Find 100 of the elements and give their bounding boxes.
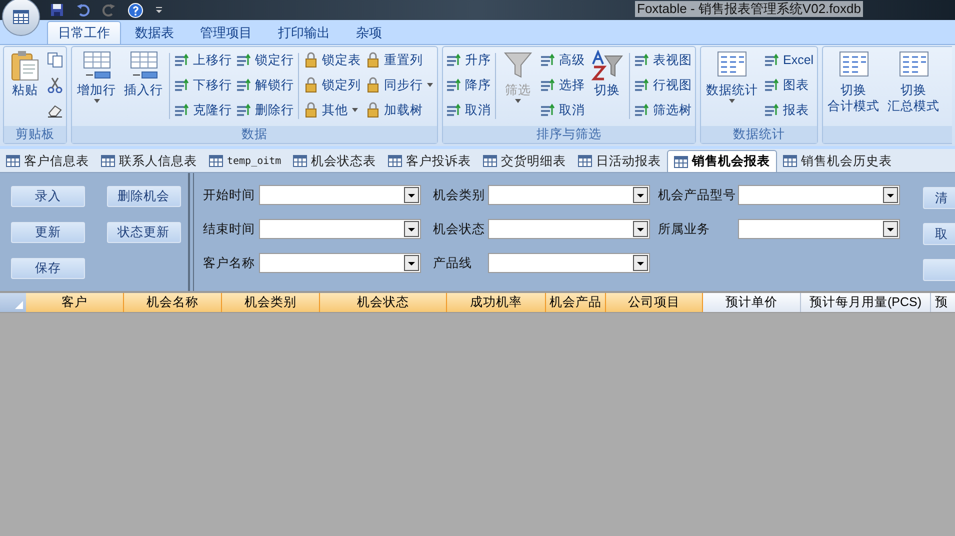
dropdown-field[interactable]: [259, 219, 421, 239]
ribbon-button[interactable]: 删除行: [236, 100, 294, 120]
column-header: 客户: [26, 293, 124, 312]
ribbon-button[interactable]: 行视图: [634, 75, 692, 95]
ribbon-button[interactable]: 切换 合计模式: [826, 50, 882, 114]
table-icon: [783, 155, 798, 167]
table-tab[interactable]: 销售机会报表: [667, 150, 778, 172]
ribbon-button[interactable]: [47, 75, 63, 95]
action-button[interactable]: 删除机会: [106, 186, 180, 207]
ribbon-button[interactable]: 选择: [540, 75, 585, 95]
ribbon-tab[interactable]: 管理项目: [188, 21, 264, 44]
ribbon-button[interactable]: 切换 汇总模式: [886, 50, 942, 114]
ribbon-tab[interactable]: 数据表: [123, 21, 186, 44]
table-icon: [209, 155, 223, 167]
table-icon: [101, 155, 115, 167]
ribbon-button[interactable]: 重置列: [365, 50, 434, 70]
action-button[interactable]: 保存: [11, 258, 85, 279]
action-button[interactable]: 更新: [11, 222, 85, 243]
table-tab[interactable]: 机会状态表: [287, 150, 382, 172]
ribbon-button[interactable]: 筛选树: [634, 100, 692, 120]
column-header: 预计单价: [703, 293, 801, 312]
ribbon-button[interactable]: 下移行: [174, 75, 232, 95]
ribbon-tab[interactable]: 打印输出: [266, 21, 342, 44]
undo-icon[interactable]: [76, 3, 90, 17]
ribbon-button[interactable]: 克隆行: [174, 100, 232, 120]
dropdown-field[interactable]: [259, 185, 421, 205]
table-icon: [674, 156, 688, 168]
ribbon-button[interactable]: 数据统计: [704, 50, 760, 104]
table-tab[interactable]: temp_oitm: [203, 150, 288, 172]
ribbon-button[interactable]: 同步行: [365, 75, 434, 95]
row-icon: [174, 102, 190, 118]
table-icon: [6, 155, 20, 167]
column-header: 预: [931, 293, 955, 312]
caret-icon: [728, 98, 736, 104]
ribbon-button[interactable]: 插入行: [122, 50, 165, 98]
ribbon-button[interactable]: 报表: [764, 100, 814, 120]
window-title: Foxtable - 销售报表管理系统V02.foxdb: [635, 1, 863, 17]
sort-funnel-icon: [591, 50, 623, 82]
ribbon-button[interactable]: 降序: [446, 75, 491, 95]
field-label: 机会产品型号: [658, 186, 737, 204]
ribbon-button[interactable]: 锁定列: [303, 75, 361, 95]
ribbon-button[interactable]: 取消: [540, 100, 585, 120]
dropdown-field[interactable]: [259, 253, 421, 273]
row-icon: [236, 102, 252, 118]
caret-icon[interactable]: [155, 6, 163, 14]
ribbon-button[interactable]: 切换: [589, 50, 625, 98]
dropdown-field[interactable]: [488, 253, 650, 273]
clipboard-icon: [9, 50, 41, 82]
ribbon-tab[interactable]: 杂项: [344, 21, 394, 44]
side-button[interactable]: 取: [923, 223, 955, 245]
ribbon-button[interactable]: 取消: [446, 100, 491, 120]
field-label: 开始时间: [203, 186, 256, 204]
save-icon[interactable]: [50, 3, 64, 17]
table-tab[interactable]: 联系人信息表: [95, 150, 203, 172]
column-header: 成功机率: [447, 293, 546, 312]
dropdown-field[interactable]: [488, 185, 650, 205]
action-button[interactable]: 状态更新: [106, 222, 180, 243]
field-label: 机会类别: [433, 186, 486, 204]
table-tab[interactable]: 日活动报表: [572, 150, 668, 172]
ribbon-button[interactable]: 表视图: [634, 50, 692, 70]
ribbon-button[interactable]: 其他: [303, 100, 361, 120]
redo-icon[interactable]: [102, 3, 116, 17]
table-icon: [578, 155, 592, 167]
ribbon-button[interactable]: 粘贴: [7, 50, 43, 98]
column-header: 预计每月用量(PCS): [801, 293, 931, 312]
side-button[interactable]: 清: [923, 187, 955, 209]
caret-icon: [514, 98, 522, 104]
table-tab[interactable]: 销售机会历史表: [777, 150, 898, 172]
ribbon-button[interactable]: 高级: [540, 50, 585, 70]
row-icon: [236, 77, 252, 93]
lock-icon: [303, 52, 319, 68]
table-tab[interactable]: 客户信息表: [0, 150, 95, 172]
dropdown-caret-icon: [404, 255, 419, 271]
table-tab[interactable]: 交货明细表: [477, 150, 572, 172]
ribbon-button[interactable]: 锁定行: [236, 50, 294, 70]
ribbon-button[interactable]: 上移行: [174, 50, 232, 70]
dropdown-caret-icon: [883, 187, 898, 203]
group-label: 剪贴板: [16, 126, 54, 144]
help-icon[interactable]: [128, 2, 143, 18]
field-label: 客户名称: [203, 254, 256, 272]
row-icon: [764, 102, 780, 118]
table-icon: [293, 155, 308, 167]
column-header: 机会产品: [546, 293, 606, 312]
ribbon-button[interactable]: 图表: [764, 75, 814, 95]
dropdown-field[interactable]: [738, 219, 900, 239]
ribbon-button[interactable]: 解锁行: [236, 75, 294, 95]
table-icon: [13, 10, 29, 24]
action-button[interactable]: 录入: [11, 186, 85, 207]
dropdown-field[interactable]: [488, 219, 650, 239]
ribbon-button[interactable]: 升序: [446, 50, 491, 70]
field-label: 产品线: [433, 254, 473, 272]
ribbon-button[interactable]: Excel: [764, 50, 814, 70]
ribbon-tab[interactable]: 日常工作: [47, 21, 121, 44]
row-icon: [446, 52, 462, 68]
dropdown-field[interactable]: [738, 185, 900, 205]
ribbon-button[interactable]: 增加行: [75, 50, 118, 104]
table-tab[interactable]: 客户投诉表: [382, 150, 478, 172]
row-icon: [446, 77, 462, 93]
ribbon-button[interactable]: 加载树: [365, 100, 434, 120]
ribbon-button[interactable]: 锁定表: [303, 50, 361, 70]
